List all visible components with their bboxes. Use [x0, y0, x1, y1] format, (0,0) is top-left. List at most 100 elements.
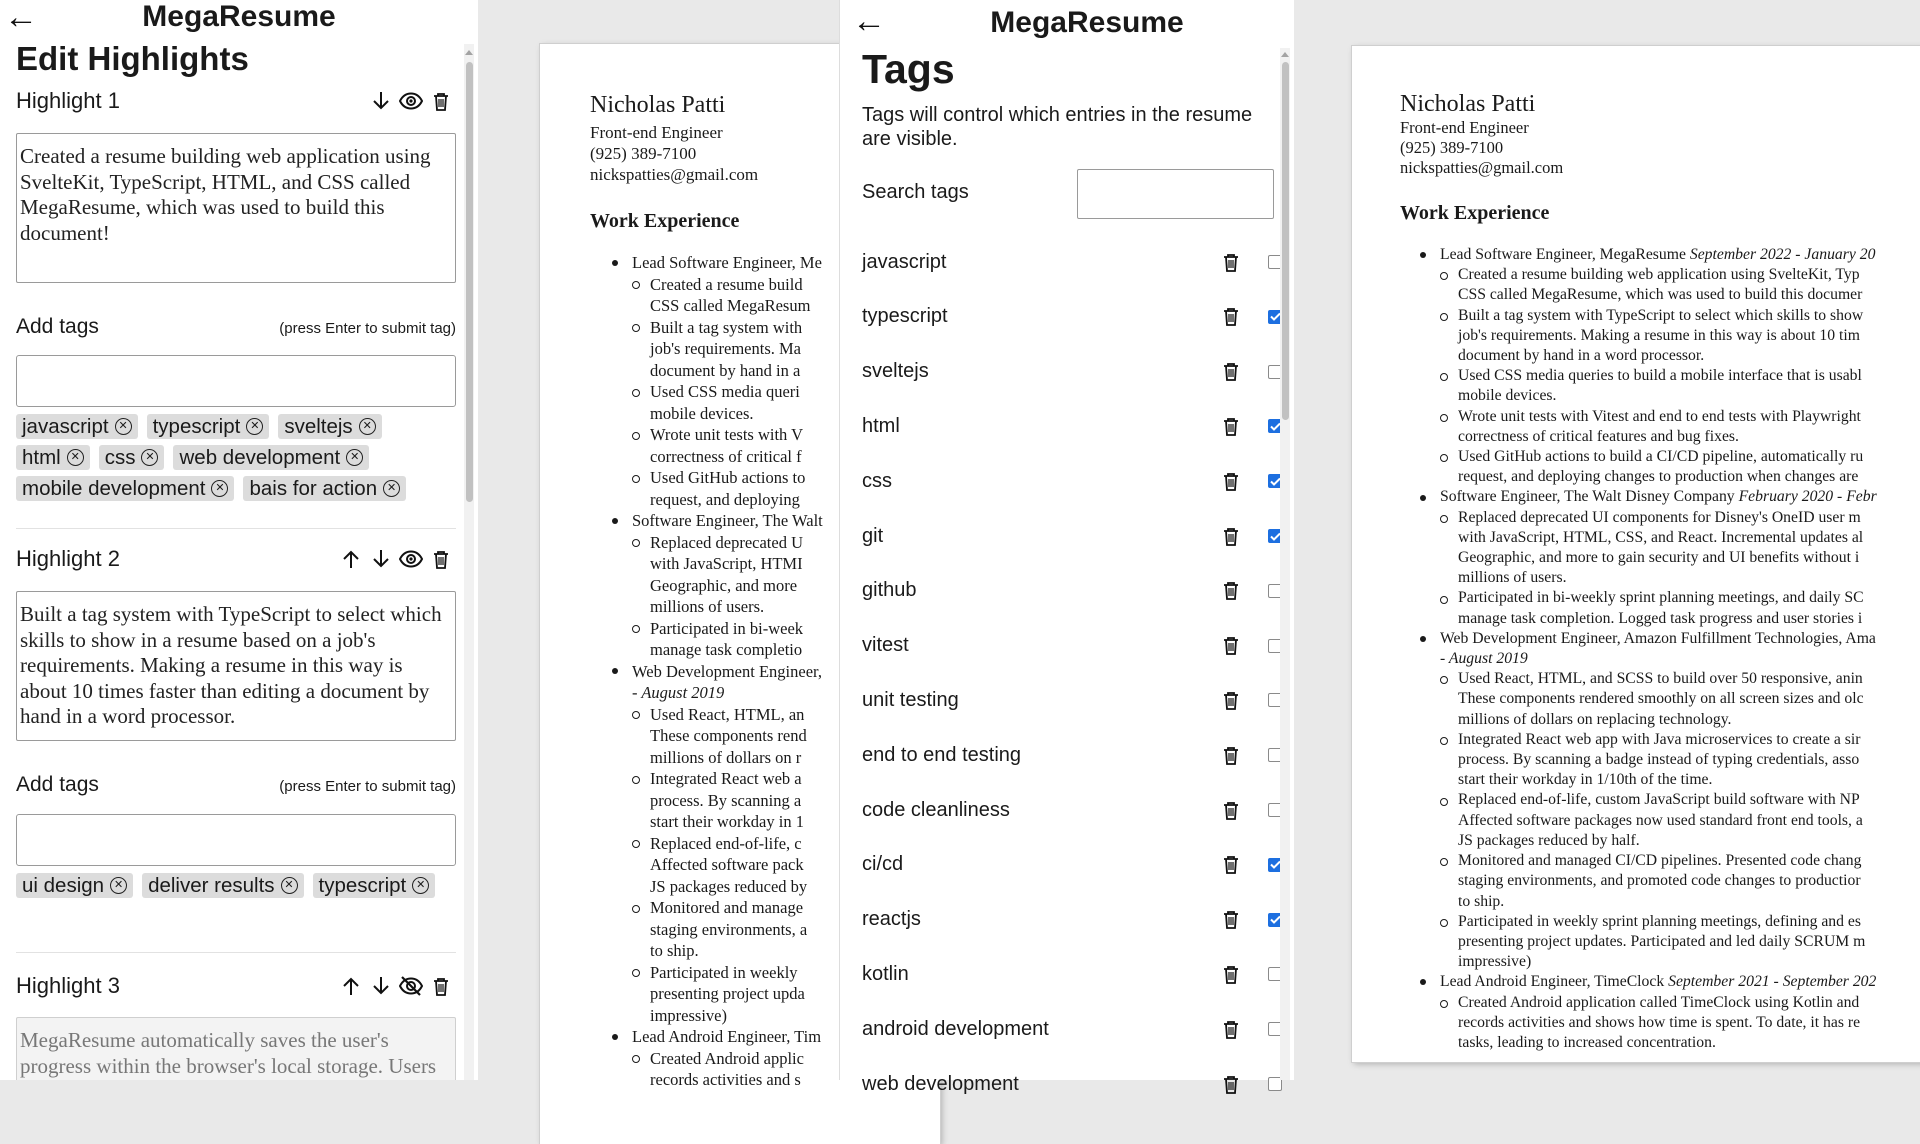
tags-page-title: Tags [862, 46, 955, 92]
remove-tag-icon[interactable]: ✕ [66, 449, 84, 466]
tag-name: github [862, 579, 917, 602]
scrollbar-thumb[interactable] [1282, 62, 1289, 420]
eye-icon[interactable] [396, 544, 426, 574]
resume-section-title: Work Experience [1400, 202, 1550, 224]
trash-icon[interactable] [1216, 1014, 1246, 1044]
resume-phone: (925) 389-7100 [1400, 138, 1504, 157]
tag-chip-label: typescript [152, 414, 241, 438]
eye-icon[interactable] [396, 86, 426, 116]
add-tags-input[interactable] [16, 814, 456, 866]
trash-icon[interactable] [1216, 905, 1246, 935]
bullet-line: correctness of critical features and bug… [1458, 427, 1739, 445]
resume-email: nickspatties@gmail.com [590, 165, 759, 184]
add-tags-label: Add tags [16, 773, 99, 796]
trash-icon[interactable] [1216, 357, 1246, 387]
bullet-line: staging environments, and promoted code … [1458, 872, 1861, 890]
highlight-2-tags: ui design ✕ deliver results ✕ typescript ✕ [16, 873, 456, 898]
move-up-icon[interactable] [336, 544, 366, 574]
job-entry: Lead Android Engineer, TimeClock Septemb… [1420, 972, 1920, 1053]
job-entry: Web Development Engineer, Amazon Fulfill… [1420, 629, 1920, 972]
resume-role: Front-end Engineer [590, 123, 723, 142]
tag-chip: javascript ✕ [16, 414, 138, 439]
trash-icon[interactable] [1216, 959, 1246, 989]
remove-tag-icon[interactable]: ✕ [358, 418, 376, 435]
scrollbar-thumb[interactable] [466, 62, 473, 502]
tags-description: Tags will control which entries in the r… [862, 104, 1253, 150]
edit-highlights-panel: ← MegaResume Edit Highlights Highlight 1… [0, 0, 478, 1080]
job-dates: - August 2019 [1440, 650, 1528, 668]
job-entry: Software Engineer, The Walt Disney Compa… [1420, 487, 1920, 628]
add-tags-row: Add tags (press Enter to submit tag) [16, 315, 456, 339]
remove-tag-icon[interactable]: ✕ [346, 449, 364, 466]
bullet-line: millions of dollars on replacing technol… [1458, 710, 1732, 728]
job-bullet: Used React, HTML, and SCSS to build over… [1440, 669, 1920, 730]
trash-icon[interactable] [1216, 1069, 1246, 1099]
move-down-icon[interactable] [366, 544, 396, 574]
tag-name: end to end testing [862, 743, 1022, 766]
trash-icon[interactable] [1216, 795, 1246, 825]
trash-icon[interactable] [426, 971, 456, 1001]
job-bullet: Used GitHub actions to build a CI/CD pip… [1440, 447, 1920, 487]
trash-icon[interactable] [1216, 576, 1246, 606]
scrollbar[interactable] [1280, 48, 1290, 1080]
trash-icon[interactable] [1216, 411, 1246, 441]
tag-row: reactjs [862, 893, 1282, 947]
job-bullet: Created a resume building web applicatio… [1440, 265, 1920, 305]
highlight-3-textarea[interactable]: MegaResume automatically saves the user'… [16, 1017, 456, 1080]
move-up-icon[interactable] [336, 971, 366, 1001]
eye-off-icon[interactable] [396, 971, 426, 1001]
move-down-icon[interactable] [366, 971, 396, 1001]
bullet-line: Wrote unit tests with Vitest and end to … [1458, 407, 1861, 425]
trash-icon[interactable] [1216, 466, 1246, 496]
tag-row: typescript [862, 290, 1282, 344]
job-dates: February 2020 - Febr [1738, 488, 1877, 506]
job-title: Web Development Engineer, [632, 661, 822, 681]
remove-tag-icon[interactable]: ✕ [110, 877, 128, 894]
tag-row: android development [862, 1002, 1282, 1056]
trash-icon[interactable] [1216, 521, 1246, 551]
tag-chip-label: css [104, 445, 136, 469]
app-title: MegaResume [990, 6, 1184, 39]
highlight-label: Highlight 2 [16, 546, 120, 571]
tag-chip: css ✕ [98, 445, 165, 470]
tag-row: javascript [862, 235, 1282, 289]
job-dates: - August 2019 [632, 683, 725, 702]
trash-icon[interactable] [1216, 247, 1246, 277]
tag-name: web development [862, 1072, 1019, 1095]
trash-icon[interactable] [426, 86, 456, 116]
trash-icon[interactable] [426, 544, 456, 574]
job-bullet: Built a tag system with TypeScript to se… [1440, 306, 1920, 367]
add-tags-hint: (press Enter to submit tag) [279, 320, 456, 337]
remove-tag-icon[interactable]: ✕ [211, 480, 229, 497]
resume-phone: (925) 389-7100 [590, 144, 697, 163]
remove-tag-icon[interactable]: ✕ [412, 877, 430, 894]
remove-tag-icon[interactable]: ✕ [383, 480, 401, 497]
trash-icon[interactable] [1216, 850, 1246, 880]
bullet-line: Used CSS media queries to build a mobile… [1458, 367, 1862, 385]
tag-name: typescript [862, 305, 948, 328]
scrollbar[interactable] [464, 44, 474, 1080]
bullet-line: JS packages reduced by half. [1458, 831, 1640, 849]
remove-tag-icon[interactable]: ✕ [246, 418, 264, 435]
trash-icon[interactable] [1216, 302, 1246, 332]
remove-tag-icon[interactable]: ✕ [114, 418, 132, 435]
divider [16, 528, 456, 529]
highlight-2-textarea[interactable]: Built a tag system with TypeScript to se… [16, 591, 456, 741]
add-tags-input[interactable] [16, 355, 456, 407]
bullet-line: document by hand in a word processor. [1458, 347, 1705, 365]
app-header: ← MegaResume [0, 0, 478, 38]
job-bullet: Used CSS media queries to build a mobile… [1440, 366, 1920, 406]
move-down-icon[interactable] [366, 86, 396, 116]
bullet-line: Integrated React web app with Java micro… [1458, 730, 1861, 748]
remove-tag-icon[interactable]: ✕ [280, 877, 298, 894]
trash-icon[interactable] [1216, 685, 1246, 715]
trash-icon[interactable] [1216, 631, 1246, 661]
tag-chip: deliver results ✕ [142, 873, 304, 898]
highlight-1-textarea[interactable]: Created a resume building web applicatio… [16, 133, 456, 283]
search-tags-input[interactable] [1077, 169, 1274, 219]
remove-tag-icon[interactable]: ✕ [141, 449, 159, 466]
trash-icon[interactable] [1216, 740, 1246, 770]
tag-name: sveltejs [862, 360, 929, 383]
bullet-line: Used GitHub actions to build a CI/CD pip… [1458, 448, 1864, 466]
tag-chip: html ✕ [16, 445, 90, 470]
